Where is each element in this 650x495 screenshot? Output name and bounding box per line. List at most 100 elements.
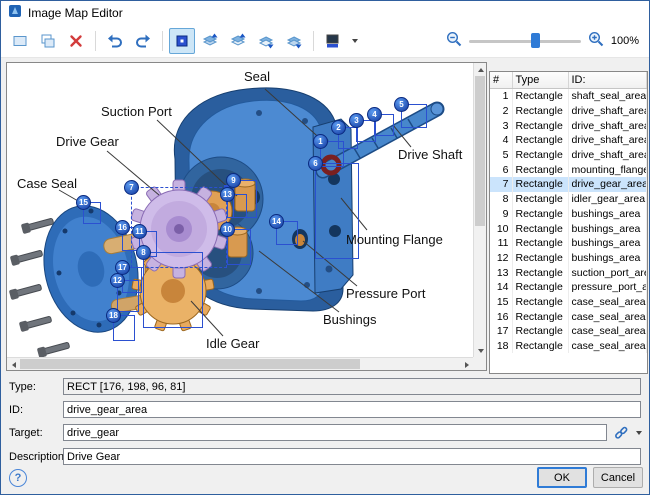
send-backward-icon [258,33,274,49]
bring-forward-button[interactable] [225,28,251,54]
area-marker[interactable]: 12 [110,273,125,288]
area-marker[interactable]: 2 [331,120,346,135]
column-header-number: # [490,72,512,89]
area-marker[interactable]: 3 [349,113,364,128]
target-field[interactable] [63,424,607,441]
table-row[interactable]: 13Rectanglesuction_port_area [490,265,647,280]
zoom-slider-thumb[interactable] [531,33,540,48]
target-dropdown-icon[interactable] [631,425,647,441]
part-label: Bushings [323,312,376,327]
zoom-slider-track[interactable] [469,40,581,43]
table-row[interactable]: 1Rectangleshaft_seal_area [490,89,647,104]
area-rect[interactable] [143,252,203,328]
app-icon [8,4,22,23]
zoom-in-icon[interactable] [588,31,604,52]
table-row[interactable]: 9Rectanglebushings_area [490,207,647,222]
table-row[interactable]: 14Rectanglepressure_port_area [490,280,647,295]
id-label: ID: [9,404,23,416]
type-label: Type: [9,381,36,393]
table-row[interactable]: 12Rectanglebushings_area [490,251,647,266]
chevron-down-icon [352,39,358,43]
area-marker[interactable]: 4 [367,107,382,122]
table-row[interactable]: 11Rectanglebushings_area [490,236,647,251]
toggle-markers-icon [174,33,190,49]
area-marker[interactable]: 16 [115,220,130,235]
toolbar: 100% [1,25,649,58]
table-row[interactable]: 4Rectangledrive_shaft_area [490,133,647,148]
scroll-down-button[interactable] [474,344,487,357]
zoom-slider[interactable] [469,32,581,50]
table-row-selected[interactable]: 7Rectangledrive_gear_area [490,177,647,192]
area-marker[interactable]: 15 [76,195,91,210]
delete-icon [68,33,84,49]
id-field[interactable] [63,401,641,418]
vertical-scroll-thumb[interactable] [475,76,485,226]
send-to-back-button[interactable] [281,28,307,54]
ok-button[interactable]: OK [537,467,587,488]
table-row[interactable]: 10Rectanglebushings_area [490,221,647,236]
table-row[interactable]: 5Rectangledrive_shaft_area [490,148,647,163]
scroll-right-button[interactable] [460,358,473,371]
area-marker[interactable]: 13 [220,187,235,202]
zoom-controls: 100% [446,31,649,52]
area-marker[interactable]: 9 [226,173,241,188]
fill-color-button[interactable] [320,28,346,54]
undo-button[interactable] [102,28,128,54]
draw-rectangle-button[interactable] [7,28,33,54]
area-marker[interactable]: 1 [313,134,328,149]
area-marker[interactable]: 14 [269,214,284,229]
description-label: Description: [9,451,67,463]
bring-to-front-icon [202,33,218,49]
toolbar-separator [95,31,96,51]
horizontal-scroll-thumb[interactable] [20,359,360,369]
type-field[interactable] [63,378,641,395]
vertical-scrollbar[interactable] [473,63,486,357]
area-marker[interactable]: 6 [308,156,323,171]
table-row[interactable]: 15Rectanglecase_seal_area [490,295,647,310]
part-label: Suction Port [101,104,172,119]
cancel-button[interactable]: Cancel [593,467,643,488]
table-row[interactable]: 2Rectangledrive_shaft_area [490,104,647,119]
delete-button[interactable] [63,28,89,54]
undo-icon [107,33,123,49]
duplicate-button[interactable] [35,28,61,54]
fill-color-dropdown[interactable] [348,28,362,54]
horizontal-scrollbar[interactable] [7,357,473,370]
toggle-markers-button[interactable] [169,28,195,54]
column-header-type: Type [512,72,568,89]
image-map-editor-window: Image Map Editor [0,0,650,495]
target-link-icon[interactable] [613,425,629,441]
table-row[interactable]: 16Rectanglecase_seal_area [490,309,647,324]
areas-table-panel: # Type ID: 1Rectangleshaft_seal_area 2Re… [489,71,648,374]
bring-to-front-button[interactable] [197,28,223,54]
table-row[interactable]: 17Rectanglecase_seal_area [490,324,647,339]
part-label: Seal [244,69,270,84]
redo-button[interactable] [130,28,156,54]
zoom-out-icon[interactable] [446,31,462,52]
titlebar[interactable]: Image Map Editor [1,1,649,25]
table-row[interactable]: 6Rectanglemounting_flange_... [490,162,647,177]
area-marker[interactable]: 8 [136,245,151,260]
table-row[interactable]: 18Rectanglecase_seal_area [490,339,647,354]
scroll-up-button[interactable] [474,63,487,76]
target-label: Target: [9,427,43,439]
redo-icon [135,33,151,49]
area-marker[interactable]: 10 [220,222,235,237]
image-canvas[interactable]: Seal Suction Port Drive Gear Case Seal D… [7,63,473,357]
send-backward-button[interactable] [253,28,279,54]
duplicate-icon [40,33,56,49]
description-field[interactable] [63,448,641,465]
areas-table: # Type ID: 1Rectangleshaft_seal_area 2Re… [490,72,647,353]
area-marker[interactable]: 7 [124,180,139,195]
part-label: Mounting Flange [346,232,443,247]
bring-forward-icon [230,33,246,49]
area-marker[interactable]: 5 [394,97,409,112]
help-button[interactable]: ? [9,469,27,487]
area-marker[interactable]: 11 [132,224,147,239]
table-row[interactable]: 3Rectangledrive_shaft_area [490,118,647,133]
zoom-level-label: 100% [611,35,639,47]
area-marker[interactable]: 17 [115,260,130,275]
scroll-left-button[interactable] [7,358,20,371]
area-marker[interactable]: 18 [106,308,121,323]
table-row[interactable]: 8Rectangleidler_gear_area [490,192,647,207]
